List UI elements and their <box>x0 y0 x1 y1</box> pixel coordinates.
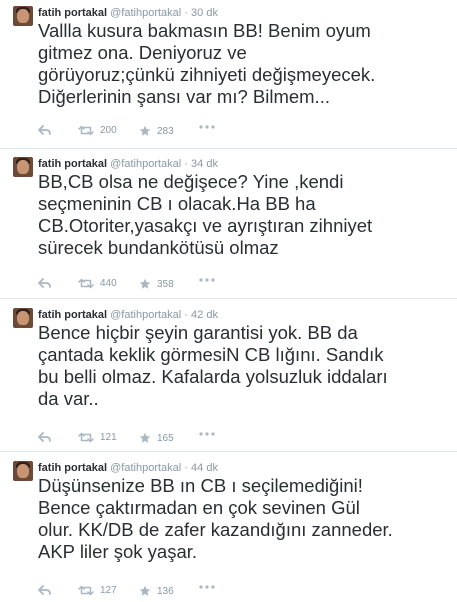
retweet-button[interactable]: 440 <box>78 278 117 289</box>
separator-dot: · <box>184 309 188 321</box>
favorite-button[interactable]: 165 <box>139 432 174 444</box>
reply-icon <box>38 125 51 135</box>
tweet-text-line: Diğerlerinin şansı var mı? Bilmem... <box>38 86 330 107</box>
more-button[interactable] <box>199 278 215 282</box>
tweet-header: fatih portakal @fatihportakal · 34 dk <box>38 158 218 170</box>
separator-dot: · <box>184 7 188 19</box>
avatar[interactable] <box>13 461 33 481</box>
retweet-count: 440 <box>100 278 117 289</box>
reply-button[interactable] <box>38 432 51 442</box>
tweet-text-line: CB.Otoriter,yasakçı ve ayrıştıran zihniy… <box>38 215 373 236</box>
tweet[interactable]: fatih portakal @fatihportakal · 34 dk BB… <box>0 151 457 297</box>
retweet-button[interactable]: 121 <box>78 432 117 443</box>
tweet-divider <box>0 298 457 299</box>
retweet-button[interactable]: 127 <box>78 585 117 596</box>
tweet-text-line: sürecek bundankötüsü olmaz <box>38 237 279 258</box>
tweet-text-line: BB,CB olsa ne değişece? Yine ,kendi <box>38 171 344 192</box>
tweet-text-line: Bence çaktırmadan en çok sevinen Gül <box>38 497 360 518</box>
tweet-header: fatih portakal @fatihportakal · 30 dk <box>38 7 218 19</box>
tweet-text-line: AKP liler şok yaşar. <box>38 541 198 562</box>
more-icon <box>199 585 215 589</box>
more-button[interactable] <box>199 432 215 436</box>
tweet-feed: fatih portakal @fatihportakal · 30 dk Va… <box>0 0 457 602</box>
tweet-text-line: da var.. <box>38 388 99 409</box>
favorite-button[interactable]: 136 <box>139 585 174 597</box>
star-icon <box>139 278 151 289</box>
tweet-text: Vallla kusura bakmasın BB! Benim oyum gi… <box>38 20 450 108</box>
reply-button[interactable] <box>38 125 51 135</box>
tweet-text-line: Düşünsenize BB ın CB ı seçilemediğini! <box>38 475 363 496</box>
separator-dot: · <box>184 462 188 474</box>
retweet-count: 121 <box>100 432 117 443</box>
tweet-text-line: gitmez ona. Deniyoruz ve <box>38 42 247 63</box>
reply-icon <box>38 585 51 595</box>
retweet-button[interactable]: 200 <box>78 125 117 136</box>
timestamp[interactable]: 34 dk <box>191 158 218 170</box>
star-icon <box>139 125 151 136</box>
author-name[interactable]: fatih portakal <box>38 462 107 474</box>
favorite-count: 283 <box>157 125 174 137</box>
timestamp[interactable]: 30 dk <box>191 7 218 19</box>
reply-icon <box>38 278 51 288</box>
avatar[interactable] <box>13 157 33 177</box>
tweet-header: fatih portakal @fatihportakal · 42 dk <box>38 309 218 321</box>
author-name[interactable]: fatih portakal <box>38 158 107 170</box>
separator-dot: · <box>184 158 188 170</box>
tweet-text: BB,CB olsa ne değişece? Yine ,kendi seçm… <box>38 171 450 259</box>
tweet-divider <box>0 148 457 149</box>
author-name[interactable]: fatih portakal <box>38 7 107 19</box>
tweet[interactable]: fatih portakal @fatihportakal · 30 dk Va… <box>0 0 457 147</box>
favorite-button[interactable]: 358 <box>139 278 174 290</box>
tweet-text: Bence hiçbir şeyin garantisi yok. BB da … <box>38 322 450 410</box>
favorite-button[interactable]: 283 <box>139 125 174 137</box>
avatar[interactable] <box>13 308 33 328</box>
tweet[interactable]: fatih portakal @fatihportakal · 44 dk Dü… <box>0 455 457 602</box>
author-handle[interactable]: @fatihportakal <box>110 7 181 19</box>
star-icon <box>139 432 151 443</box>
tweet-text-line: bu belli olmaz. Kafalarda yolsuzluk idda… <box>38 366 388 387</box>
retweet-icon <box>78 278 94 289</box>
reply-button[interactable] <box>38 278 51 288</box>
more-button[interactable] <box>199 585 215 589</box>
tweet-divider <box>0 451 457 452</box>
tweet[interactable]: fatih portakal @fatihportakal · 42 dk Be… <box>0 302 457 450</box>
favorite-count: 358 <box>157 278 174 290</box>
timestamp[interactable]: 42 dk <box>191 309 218 321</box>
author-handle[interactable]: @fatihportakal <box>110 309 181 321</box>
tweet-text-line: seçmeninin CB ı olacak.Ha BB ha <box>38 193 316 214</box>
favorite-count: 136 <box>157 585 174 597</box>
tweet-text-line: görüyoruz;çünkü zihniyeti değişmeyecek. <box>38 64 376 85</box>
favorite-count: 165 <box>157 432 174 444</box>
retweet-count: 127 <box>100 585 117 596</box>
retweet-icon <box>78 432 94 443</box>
more-button[interactable] <box>199 125 215 129</box>
more-icon <box>199 432 215 436</box>
retweet-count: 200 <box>100 125 117 136</box>
tweet-text-line: Bence hiçbir şeyin garantisi yok. BB da <box>38 322 358 343</box>
author-handle[interactable]: @fatihportakal <box>110 462 181 474</box>
tweet-text-line: Vallla kusura bakmasın BB! Benim oyum <box>38 20 371 41</box>
avatar[interactable] <box>13 6 33 26</box>
tweet-text: Düşünsenize BB ın CB ı seçilemediğini! B… <box>38 475 450 563</box>
tweet-text-line: olur. KK/DB de zafer kazandığını zannede… <box>38 519 393 540</box>
tweet-text-line: çantada keklik görmesiN CB lığını. Sandı… <box>38 344 384 365</box>
reply-icon <box>38 432 51 442</box>
retweet-icon <box>78 125 94 136</box>
reply-button[interactable] <box>38 585 51 595</box>
more-icon <box>199 278 215 282</box>
author-name[interactable]: fatih portakal <box>38 309 107 321</box>
tweet-header: fatih portakal @fatihportakal · 44 dk <box>38 462 218 474</box>
timestamp[interactable]: 44 dk <box>191 462 218 474</box>
more-icon <box>199 125 215 129</box>
author-handle[interactable]: @fatihportakal <box>110 158 181 170</box>
retweet-icon <box>78 585 94 596</box>
star-icon <box>139 585 151 596</box>
